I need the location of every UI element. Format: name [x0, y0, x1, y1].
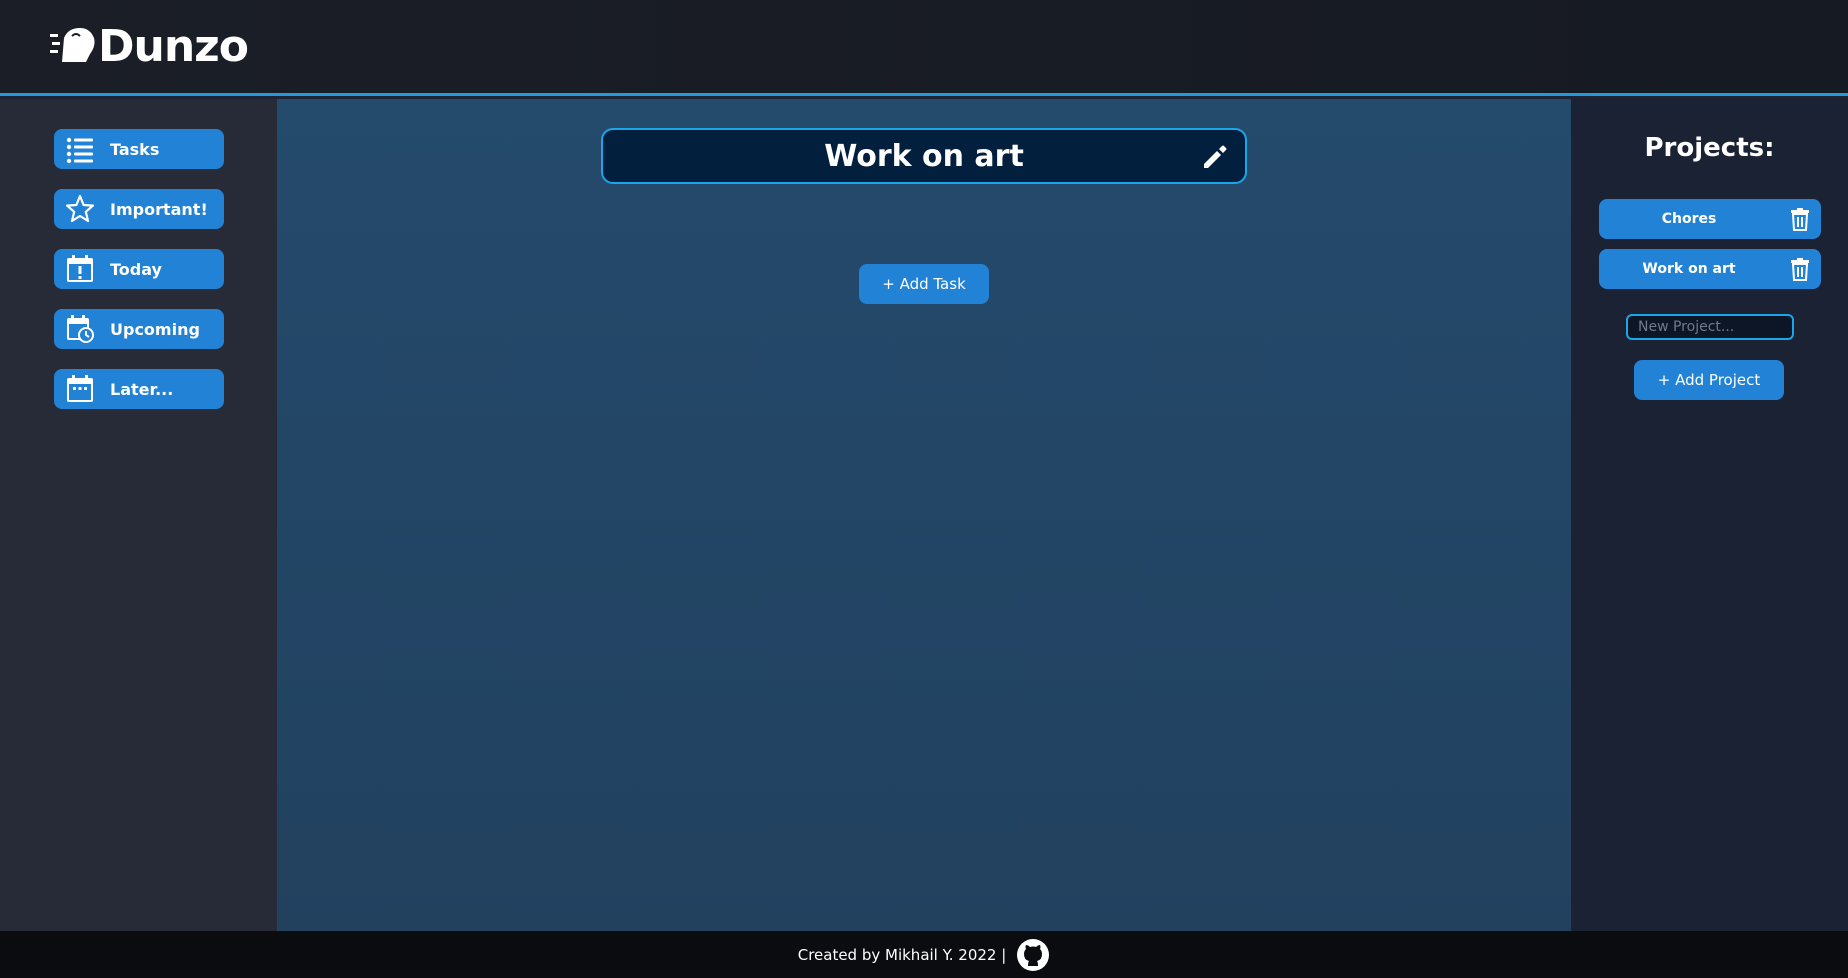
project-name: Chores — [1661, 211, 1717, 227]
trash-icon[interactable] — [1788, 257, 1812, 281]
project-item-work-on-art[interactable]: Work on art — [1599, 249, 1821, 289]
sidebar-item-label: Later... — [110, 379, 174, 399]
calendar-icon — [65, 374, 95, 404]
projects-panel: Projects: Chores Work on art + Add Proje… — [1571, 99, 1848, 931]
calendar-exclamation-icon — [65, 254, 95, 284]
new-project-input[interactable] — [1626, 314, 1794, 340]
main-content: Work on art + Add Task — [277, 99, 1571, 931]
logo[interactable]: Dunzo — [50, 20, 249, 72]
projects-title: Projects: — [1644, 133, 1775, 163]
add-task-button[interactable]: + Add Task — [859, 264, 989, 304]
project-item-chores[interactable]: Chores — [1599, 199, 1821, 239]
github-icon[interactable] — [1016, 938, 1050, 972]
sidebar-item-important[interactable]: Important! — [54, 189, 224, 229]
project-name: Work on art — [1642, 261, 1736, 277]
star-icon — [65, 194, 95, 224]
sidebar: Tasks Important! Today Upcoming Later... — [0, 99, 277, 931]
logo-text: Dunzo — [98, 20, 249, 72]
pencil-icon[interactable] — [1201, 143, 1229, 171]
trash-icon[interactable] — [1788, 207, 1812, 231]
sidebar-item-label: Upcoming — [110, 319, 200, 339]
footer-credit: Created by Mikhail Y. 2022 | — [797, 945, 1007, 964]
project-title-box: Work on art — [601, 128, 1247, 184]
sidebar-item-today[interactable]: Today — [54, 249, 224, 289]
project-title: Work on art — [824, 138, 1024, 174]
sidebar-item-label: Important! — [110, 199, 208, 219]
footer: Created by Mikhail Y. 2022 | — [0, 931, 1848, 978]
sidebar-item-later[interactable]: Later... — [54, 369, 224, 409]
header: Dunzo — [0, 0, 1848, 96]
logo-icon — [50, 28, 95, 62]
list-icon — [65, 134, 95, 164]
sidebar-item-upcoming[interactable]: Upcoming — [54, 309, 224, 349]
sidebar-item-tasks[interactable]: Tasks — [54, 129, 224, 169]
sidebar-item-label: Today — [110, 259, 162, 279]
calendar-clock-icon — [65, 314, 95, 344]
sidebar-item-label: Tasks — [110, 139, 160, 159]
add-project-button[interactable]: + Add Project — [1634, 360, 1784, 400]
